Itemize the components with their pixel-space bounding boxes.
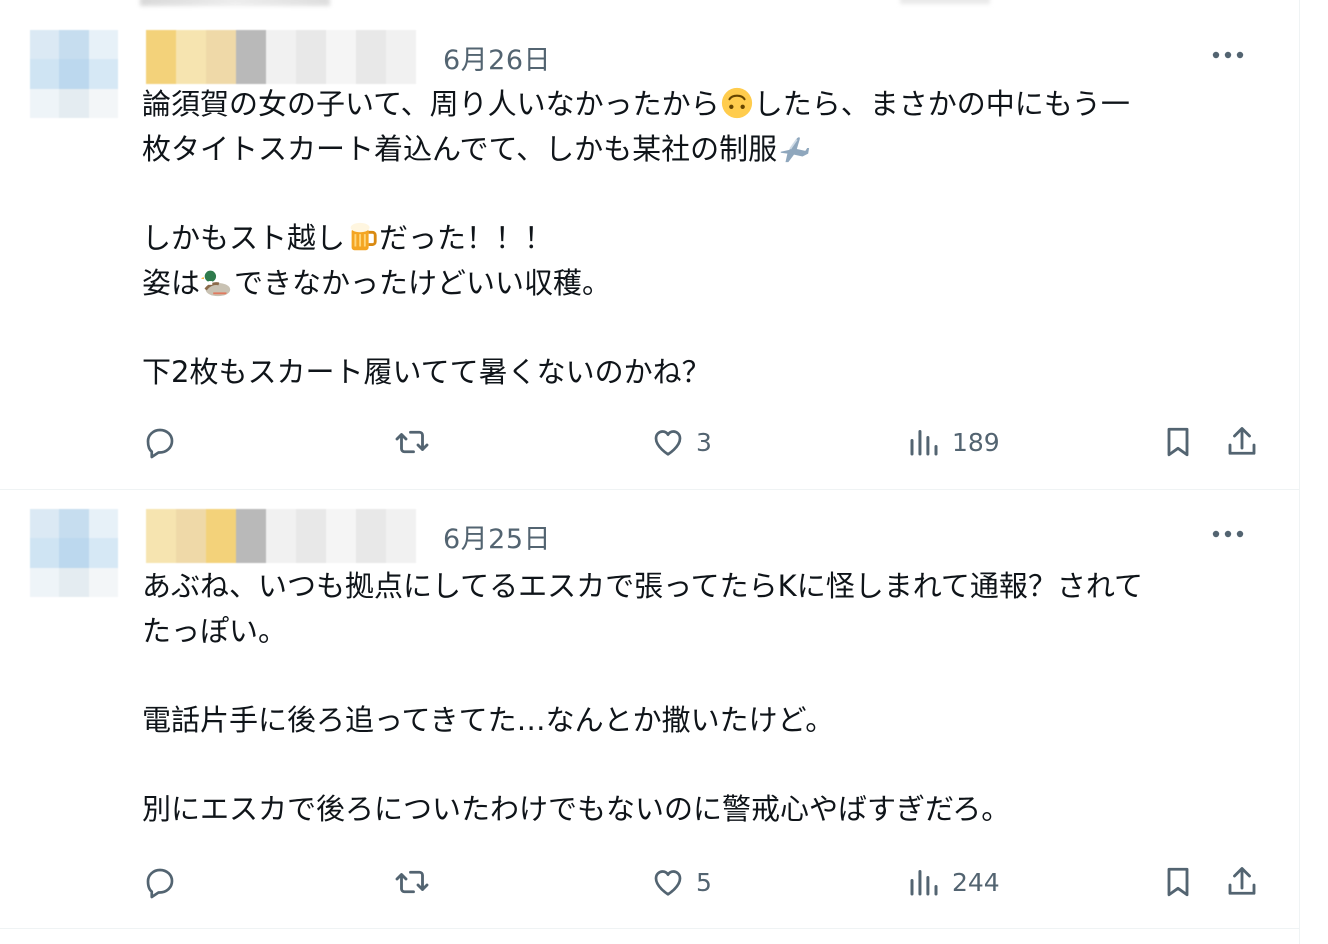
display-name-redacted[interactable] (146, 30, 416, 84)
text-segment: できなかったけどいい収穫。 (234, 266, 612, 300)
tweet-actions: 5 244 (142, 860, 1267, 904)
text-segment: 別にエスカで後ろについたわけでもないのに警戒心やばすぎだろ。 (142, 792, 1011, 826)
bookmark-button[interactable] (1160, 860, 1196, 904)
bookmark-button[interactable] (1160, 420, 1196, 464)
tweet-paragraph: あぶね、いつも拠点にしてるエスカで張ってたらKに怪しまれて通報？されて たっぽい。 (142, 564, 1272, 654)
views-chart-icon (910, 430, 938, 456)
share-icon (1228, 427, 1256, 455)
beer-mug-emoji (345, 220, 379, 254)
tweet-date[interactable]: 6月26日 (443, 38, 551, 77)
text-segment: 論須賀の女の子いて、周り人いなかったから (142, 87, 720, 121)
text-segment: だった！！！ (379, 221, 554, 255)
tweet-date[interactable]: 6月25日 (443, 517, 551, 556)
views-button[interactable]: 189 (906, 420, 1000, 464)
reply-button[interactable] (142, 860, 188, 904)
text-line: 別にエスカで後ろについたわけでもないのに警戒心やばすぎだろ。 (142, 787, 1272, 832)
avatar[interactable] (30, 509, 118, 597)
text-segment: 電話片手に後ろ追ってきてた…なんとか撒いたけど。 (142, 703, 835, 737)
tweet-text: あぶね、いつも拠点にしてるエスカで張ってたらKに怪しまれて通報？されて たっぽい。… (142, 564, 1272, 832)
like-count: 3 (696, 427, 712, 457)
text-line: 論須賀の女の子いて、周り人いなかったから したら、まさかの中にもう一 (142, 82, 1272, 127)
repost-button[interactable] (394, 860, 440, 904)
text-line: 姿は できなかったけどいい収穫。 (142, 261, 1272, 306)
text-line: しかもスト越し だった！！！ (142, 216, 1272, 261)
more-dots-icon[interactable] (1210, 519, 1246, 549)
reply-button[interactable] (142, 420, 188, 464)
text-segment: たっぽい。 (142, 614, 288, 648)
text-segment: あぶね、いつも拠点にしてるエスカで張ってたらKに怪しまれて通報？されて (142, 569, 1143, 603)
previous-tweet-fragment (0, 0, 1300, 12)
heart-icon (654, 430, 682, 456)
text-segment: しかもスト越し (142, 221, 346, 255)
views-count: 244 (952, 867, 1000, 897)
like-button[interactable]: 3 (650, 420, 712, 464)
text-line: 電話片手に後ろ追ってきてた…なんとか撒いたけど。 (142, 698, 1272, 743)
text-segment: したら、まさかの中にもう一 (753, 87, 1130, 121)
views-count: 189 (952, 427, 1000, 457)
tweet-paragraph: 下2枚もスカート履いてて暑くないのかね？ (142, 350, 1272, 395)
like-button[interactable]: 5 (650, 860, 712, 904)
display-name-redacted[interactable] (146, 509, 416, 563)
share-icon (1228, 867, 1256, 895)
bookmark-icon (1167, 427, 1189, 457)
blurred-text (140, 0, 330, 6)
more-dots-icon[interactable] (1210, 40, 1246, 70)
tweet-text: 論須賀の女の子いて、周り人いなかったから したら、まさかの中にもう一枚タイトスカー… (142, 82, 1272, 395)
share-button[interactable] (1224, 420, 1260, 464)
text-segment: 姿は (142, 266, 201, 300)
like-count: 5 (696, 867, 712, 897)
text-line: 下2枚もスカート履いてて暑くないのかね？ (142, 350, 1272, 395)
tweet-paragraph: 論須賀の女の子いて、周り人いなかったから したら、まさかの中にもう一枚タイトスカー… (142, 82, 1272, 172)
tweet-paragraph: しかもスト越し だった！！！ 姿は できなかったけどいい収穫。 (142, 216, 1272, 306)
heart-icon (654, 870, 682, 896)
reply-thread: 6月26日 論須賀の女の子いて、周り人いなかったから したら、まさかの中にもう一枚… (0, 0, 1300, 944)
tweet-paragraph: 別にエスカで後ろについたわけでもないのに警戒心やばすぎだろ。 (142, 787, 1272, 832)
airplane-emoji (777, 131, 811, 165)
repost-icon (395, 870, 429, 894)
text-line: たっぽい。 (142, 609, 1272, 654)
reply-icon (146, 428, 174, 459)
upside-down-face-emoji (720, 86, 754, 120)
repost-button[interactable] (394, 420, 440, 464)
reply-icon (146, 868, 174, 899)
text-segment: 枚タイトスカート着込んでて、しかも某社の制服 (142, 132, 778, 166)
duck-emoji (200, 265, 234, 299)
blurred-text (900, 0, 990, 4)
avatar[interactable] (30, 30, 118, 118)
tweet-actions: 3 189 (142, 420, 1267, 464)
text-line: 枚タイトスカート着込んでて、しかも某社の制服 (142, 127, 1272, 172)
text-line: あぶね、いつも拠点にしてるエスカで張ってたらKに怪しまれて通報？されて (142, 564, 1272, 609)
share-button[interactable] (1224, 860, 1260, 904)
views-button[interactable]: 244 (906, 860, 1000, 904)
tweet-paragraph: 電話片手に後ろ追ってきてた…なんとか撒いたけど。 (142, 698, 1272, 743)
bookmark-icon (1167, 867, 1189, 897)
text-segment: 下2枚もスカート履いてて暑くないのかね？ (142, 355, 711, 389)
repost-icon (395, 430, 429, 454)
views-chart-icon (910, 870, 938, 896)
